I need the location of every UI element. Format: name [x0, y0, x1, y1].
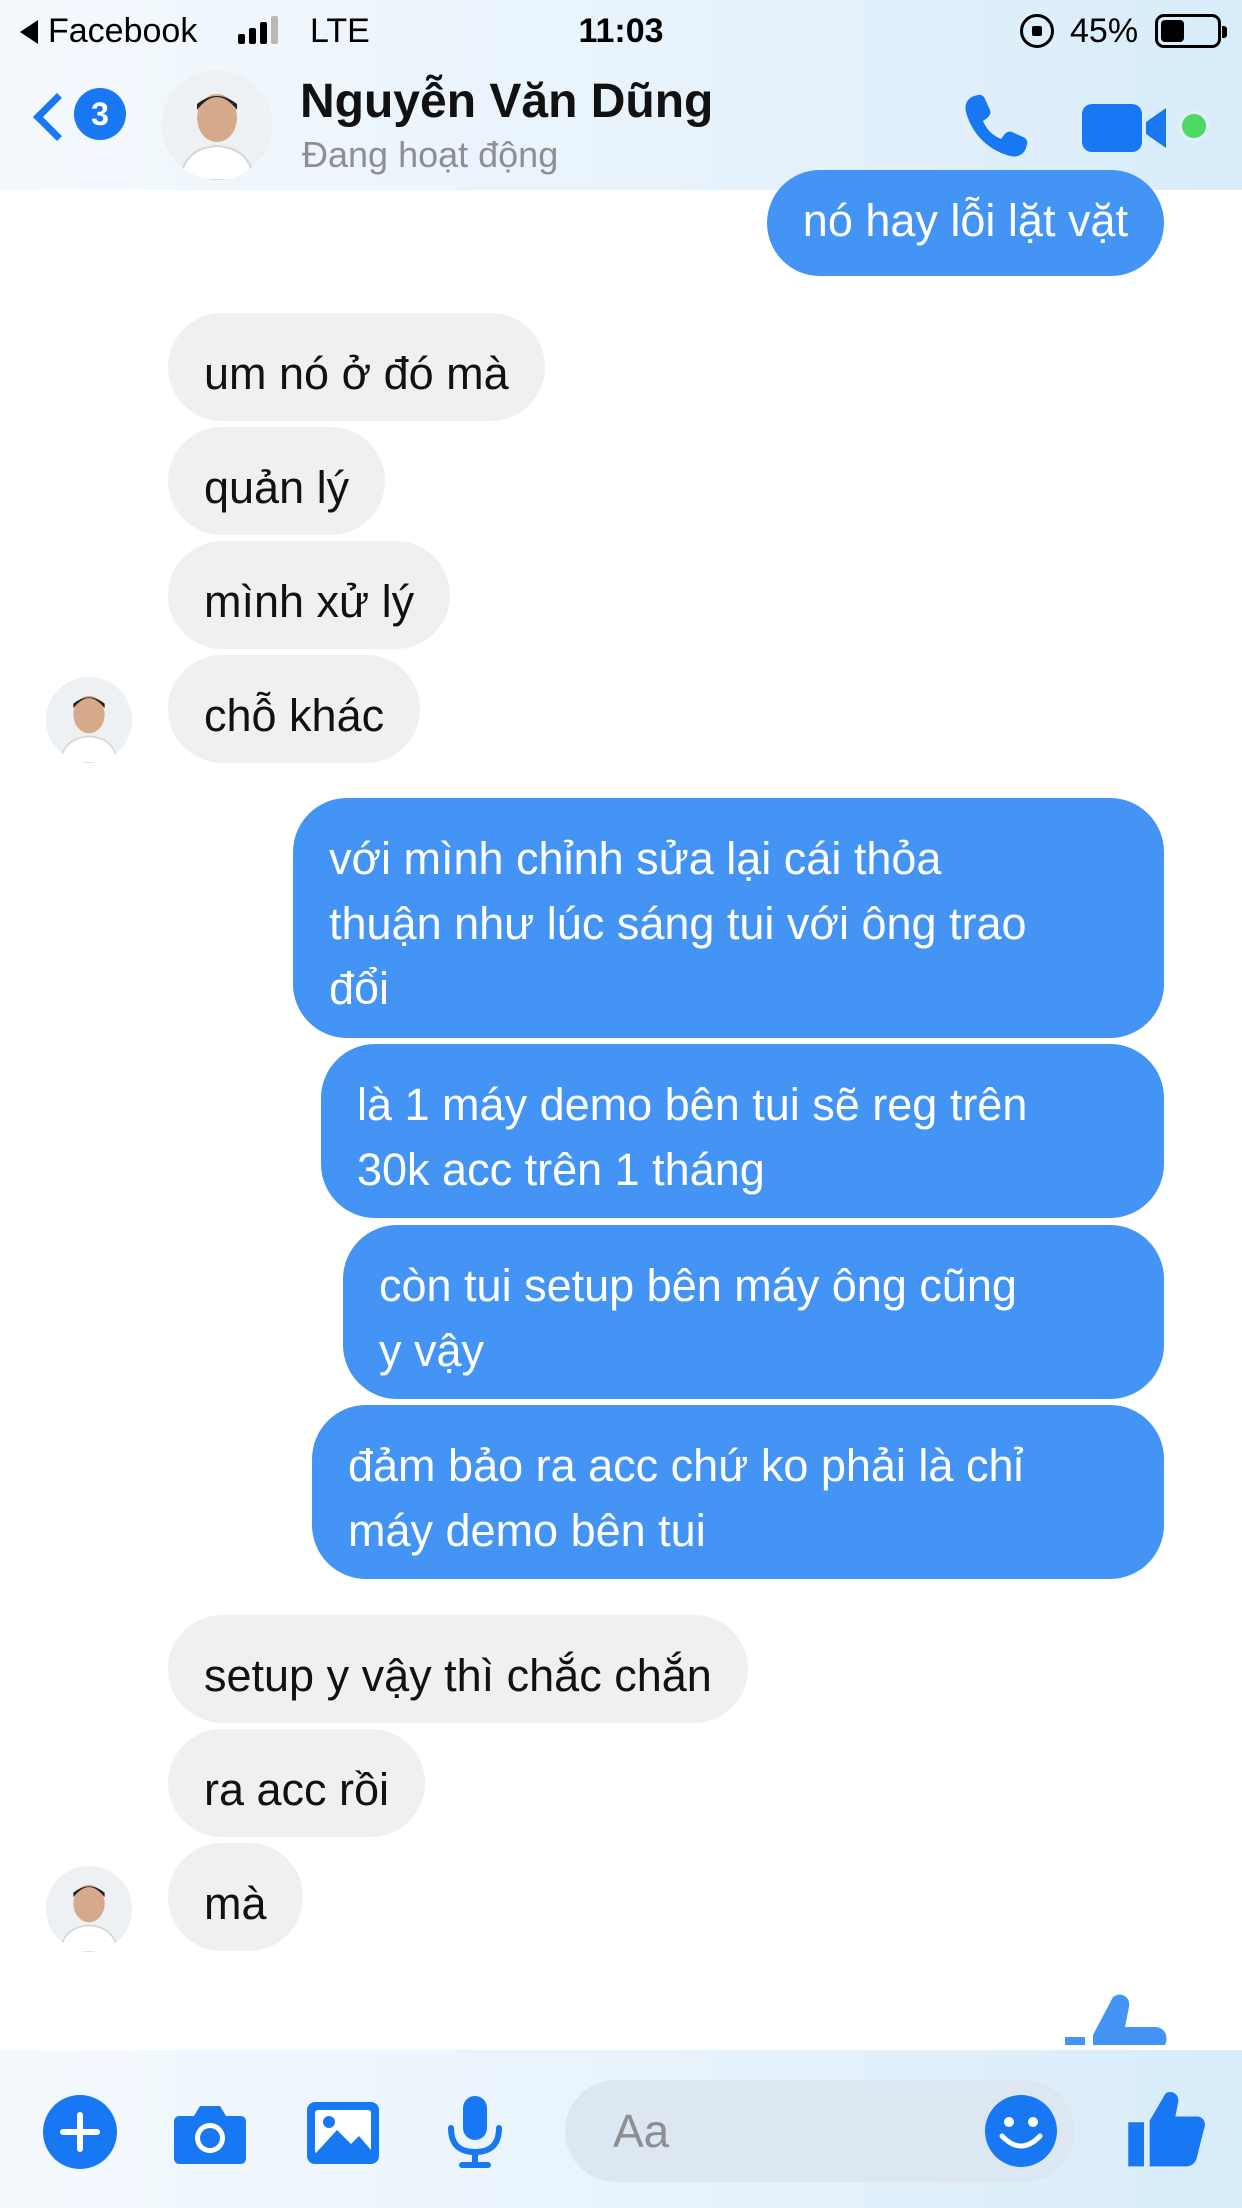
message-line: với mình chỉnh sửa lại cái thỏa [329, 833, 942, 884]
plus-icon[interactable] [40, 2092, 120, 2172]
rotation-lock-icon [1020, 14, 1054, 48]
message-line: đổi [329, 963, 390, 1014]
microphone-icon[interactable] [435, 2092, 515, 2172]
message-bubble-outgoing[interactable]: còn tui setup bên máy ông cũng y vậy [343, 1225, 1164, 1399]
sender-avatar[interactable] [46, 677, 132, 763]
contact-status: Đang hoạt động [302, 134, 559, 175]
image-icon[interactable] [303, 2092, 383, 2172]
message-bubble-outgoing[interactable]: đảm bảo ra acc chứ ko phải là chỉ máy de… [312, 1405, 1164, 1579]
top-bar: Facebook LTE 11:03 45% 3 Nguyễn Văn Dũng… [0, 0, 1242, 190]
message-line: đảm bảo ra acc chứ ko phải là chỉ [348, 1440, 1024, 1491]
contact-name[interactable]: Nguyễn Văn Dũng [300, 74, 713, 129]
message-text: ra acc rồi [204, 1764, 390, 1815]
message-text: setup y vậy thì chắc chắn [204, 1650, 712, 1701]
phone-icon[interactable] [956, 86, 1036, 166]
back-button[interactable]: 3 [30, 88, 130, 158]
battery-icon [1155, 14, 1227, 48]
contact-avatar[interactable] [162, 70, 272, 180]
message-bubble-incoming[interactable]: chỗ khác [168, 655, 421, 763]
sender-avatar[interactable] [46, 1866, 132, 1952]
status-bar: Facebook LTE 11:03 45% [0, 0, 1242, 62]
message-text: mà [204, 1878, 267, 1929]
message-bubble-incoming[interactable]: setup y vậy thì chắc chắn [168, 1615, 748, 1723]
video-camera-icon[interactable] [1080, 96, 1180, 160]
message-text: chỗ khác [204, 690, 385, 741]
online-indicator [1178, 110, 1210, 142]
emoji-icon[interactable] [982, 2092, 1060, 2170]
message-text: mình xử lý [204, 576, 415, 627]
message-bubble-incoming[interactable]: um nó ở đó mà [168, 313, 545, 421]
message-bubble-incoming[interactable]: quản lý [168, 427, 386, 535]
message-bubble-incoming[interactable]: mình xử lý [168, 541, 451, 649]
message-line: 30k acc trên 1 tháng [357, 1144, 765, 1195]
message-text: nó hay lỗi lặt vặt [802, 195, 1128, 246]
camera-icon[interactable] [170, 2092, 250, 2172]
message-bubble-outgoing[interactable]: với mình chỉnh sửa lại cái thỏa thuận nh… [293, 798, 1164, 1038]
message-text: quản lý [204, 462, 350, 513]
message-input-placeholder: Aa [613, 2105, 670, 2157]
message-bubble-outgoing[interactable]: là 1 máy demo bên tui sẽ reg trên 30k ac… [321, 1044, 1164, 1218]
message-line: y vậy [379, 1325, 485, 1376]
message-bubble-incoming[interactable]: ra acc rồi [168, 1729, 426, 1837]
message-bubble-incoming[interactable]: mà [168, 1843, 303, 1951]
battery-percentage: 45% [1070, 12, 1139, 50]
message-line: máy demo bên tui [348, 1505, 706, 1556]
unread-badge: 3 [74, 88, 126, 140]
thumbs-up-icon[interactable] [1124, 2088, 1206, 2170]
message-line: là 1 máy demo bên tui sẽ reg trên [357, 1079, 1028, 1130]
clock: 11:03 [578, 12, 664, 50]
message-line: còn tui setup bên máy ông cũng [379, 1260, 1017, 1311]
sent-thumbs-up-icon [1055, 1985, 1170, 2045]
message-line: thuận như lúc sáng tui với ông trao [329, 898, 1027, 949]
message-text: um nó ở đó mà [204, 348, 509, 399]
message-bubble-outgoing[interactable]: nó hay lỗi lặt vặt [766, 170, 1164, 276]
